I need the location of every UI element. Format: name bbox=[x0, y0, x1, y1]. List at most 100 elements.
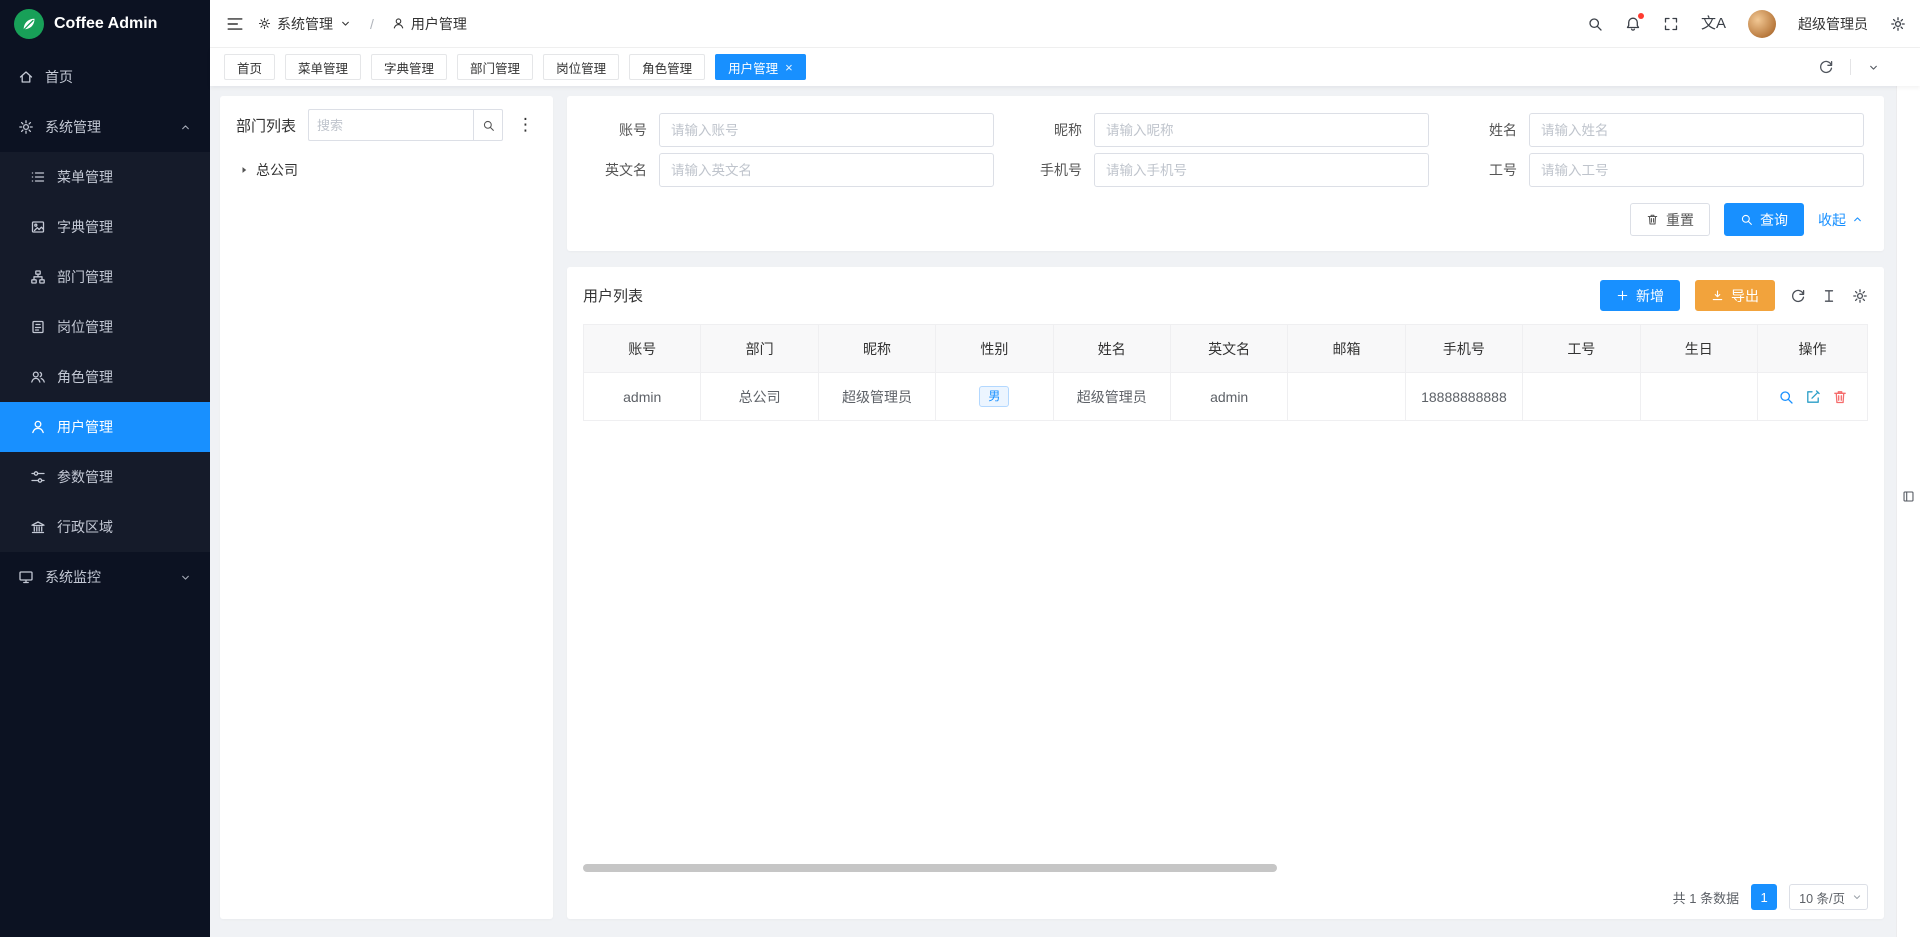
query-button[interactable]: 查询 bbox=[1724, 203, 1804, 236]
sidebar-item-post-mgmt[interactable]: 岗位管理 bbox=[0, 302, 210, 352]
sidebar-item-menu-mgmt[interactable]: 菜单管理 bbox=[0, 152, 210, 202]
chevron-down-icon bbox=[179, 571, 192, 584]
locale-switch-button[interactable]: 文A bbox=[1701, 16, 1726, 31]
export-button[interactable]: 导出 bbox=[1695, 280, 1775, 311]
gear-icon bbox=[258, 17, 271, 30]
right-gutter bbox=[1896, 48, 1920, 937]
tab-actions-dropdown[interactable] bbox=[1867, 61, 1880, 74]
col-header-operation: 操作 bbox=[1758, 325, 1868, 373]
dept-search-input[interactable] bbox=[308, 109, 473, 141]
menu-label: 参数管理 bbox=[57, 467, 113, 487]
col-header-nickname: 昵称 bbox=[818, 325, 935, 373]
gear-icon bbox=[18, 119, 34, 135]
breadcrumb-separator: / bbox=[370, 16, 374, 32]
menu-label: 行政区域 bbox=[57, 517, 113, 537]
breadcrumb-label: 用户管理 bbox=[411, 14, 467, 34]
tab-label: 用户管理 bbox=[728, 58, 778, 77]
settings-button[interactable] bbox=[1890, 16, 1906, 32]
nickname-input[interactable] bbox=[1094, 113, 1429, 147]
gear-icon bbox=[1852, 288, 1868, 304]
menu-label: 部门管理 bbox=[57, 267, 113, 287]
sidebar-item-user-mgmt[interactable]: 用户管理 bbox=[0, 402, 210, 452]
layout-toggle-button[interactable] bbox=[1902, 56, 1915, 937]
tab-home[interactable]: 首页 bbox=[224, 54, 275, 80]
pagination: 共 1 条数据 1 10 条/页 bbox=[583, 883, 1868, 911]
tab-label: 岗位管理 bbox=[556, 58, 606, 77]
menu-label: 首页 bbox=[45, 67, 73, 87]
work-no-input[interactable] bbox=[1529, 153, 1864, 187]
row-height-button[interactable] bbox=[1821, 288, 1837, 304]
col-header-english-name: 英文名 bbox=[1170, 325, 1287, 373]
divider bbox=[1850, 59, 1851, 75]
user-name[interactable]: 超级管理员 bbox=[1798, 14, 1868, 34]
caret-right-icon[interactable] bbox=[238, 164, 250, 176]
cell-name: 超级管理员 bbox=[1053, 373, 1170, 421]
sidebar-item-role-mgmt[interactable]: 角色管理 bbox=[0, 352, 210, 402]
sidebar-item-home[interactable]: 首页 bbox=[0, 52, 210, 102]
col-header-gender: 性别 bbox=[936, 325, 1053, 373]
name-field: 姓名 bbox=[1457, 113, 1864, 147]
sidebar-item-param-mgmt[interactable]: 参数管理 bbox=[0, 452, 210, 502]
menu-fold-icon bbox=[226, 15, 244, 33]
tab-dict-mgmt[interactable]: 字典管理 bbox=[371, 54, 447, 80]
column-setting-button[interactable] bbox=[1852, 288, 1868, 304]
tree-node-head-office[interactable]: 总公司 bbox=[236, 157, 537, 183]
delete-button[interactable] bbox=[1832, 389, 1848, 405]
collapse-sidebar-button[interactable] bbox=[226, 15, 244, 33]
tab-label: 菜单管理 bbox=[298, 58, 348, 77]
notification-button[interactable] bbox=[1625, 16, 1641, 32]
name-input[interactable] bbox=[1529, 113, 1864, 147]
account-input[interactable] bbox=[659, 113, 994, 147]
phone-input[interactable] bbox=[1094, 153, 1429, 187]
tab-label: 角色管理 bbox=[642, 58, 692, 77]
tab-dept-mgmt[interactable]: 部门管理 bbox=[457, 54, 533, 80]
dept-search-button[interactable] bbox=[473, 109, 503, 141]
page-1-button[interactable]: 1 bbox=[1751, 884, 1777, 910]
collapse-link[interactable]: 收起 bbox=[1818, 210, 1864, 230]
menu-label: 系统管理 bbox=[45, 117, 101, 137]
cell-account: admin bbox=[584, 373, 701, 421]
refresh-tab-button[interactable] bbox=[1818, 59, 1834, 75]
menu-label: 岗位管理 bbox=[57, 317, 113, 337]
layout-frame-icon bbox=[1902, 490, 1915, 503]
sidebar-item-dict-mgmt[interactable]: 字典管理 bbox=[0, 202, 210, 252]
english-name-input[interactable] bbox=[659, 153, 994, 187]
button-label: 新增 bbox=[1636, 286, 1664, 306]
col-header-email: 邮箱 bbox=[1288, 325, 1405, 373]
menu-label: 角色管理 bbox=[57, 367, 113, 387]
sidebar-item-system-mgmt[interactable]: 系统管理 bbox=[0, 102, 210, 152]
breadcrumb-system[interactable]: 系统管理 bbox=[258, 14, 352, 34]
button-label: 重置 bbox=[1666, 210, 1694, 230]
tab-close-icon[interactable]: × bbox=[785, 61, 793, 74]
tab-menu-mgmt[interactable]: 菜单管理 bbox=[285, 54, 361, 80]
user-avatar[interactable] bbox=[1748, 10, 1776, 38]
breadcrumb-user-mgmt[interactable]: 用户管理 bbox=[392, 14, 467, 34]
tab-role-mgmt[interactable]: 角色管理 bbox=[629, 54, 705, 80]
view-button[interactable] bbox=[1778, 389, 1794, 405]
add-user-button[interactable]: 新增 bbox=[1600, 280, 1680, 311]
sidebar-item-monitor[interactable]: 系统监控 bbox=[0, 552, 210, 602]
table-header-row: 账号 部门 昵称 性别 姓名 英文名 邮箱 手机号 工号 生日 bbox=[584, 325, 1868, 373]
fullscreen-button[interactable] bbox=[1663, 16, 1679, 32]
chevron-up-icon bbox=[1851, 213, 1864, 226]
phone-field: 手机号 bbox=[1022, 153, 1429, 187]
table-refresh-button[interactable] bbox=[1790, 288, 1806, 304]
sidebar-item-dept-mgmt[interactable]: 部门管理 bbox=[0, 252, 210, 302]
sidebar: Coffee Admin 首页 系统管理 菜单管理 字典管理 bbox=[0, 0, 210, 937]
edit-button[interactable] bbox=[1805, 389, 1821, 405]
dept-more-button[interactable]: ⋮ bbox=[515, 115, 537, 135]
tab-user-mgmt[interactable]: 用户管理 × bbox=[715, 54, 806, 80]
global-search-button[interactable] bbox=[1587, 16, 1603, 32]
sidebar-item-region-mgmt[interactable]: 行政区域 bbox=[0, 502, 210, 552]
image-book-icon bbox=[30, 219, 46, 235]
tab-post-mgmt[interactable]: 岗位管理 bbox=[543, 54, 619, 80]
app-logo[interactable]: Coffee Admin bbox=[0, 0, 210, 48]
tree-node-label: 总公司 bbox=[256, 160, 298, 180]
button-label: 查询 bbox=[1760, 210, 1788, 230]
col-header-work-no: 工号 bbox=[1523, 325, 1640, 373]
scrollbar-thumb[interactable] bbox=[583, 864, 1277, 872]
reset-button[interactable]: 重置 bbox=[1630, 203, 1710, 236]
main-area: 系统管理 / 用户管理 文 bbox=[210, 0, 1920, 937]
menu-label: 用户管理 bbox=[57, 417, 113, 437]
page-size-select[interactable]: 10 条/页 bbox=[1789, 884, 1868, 910]
